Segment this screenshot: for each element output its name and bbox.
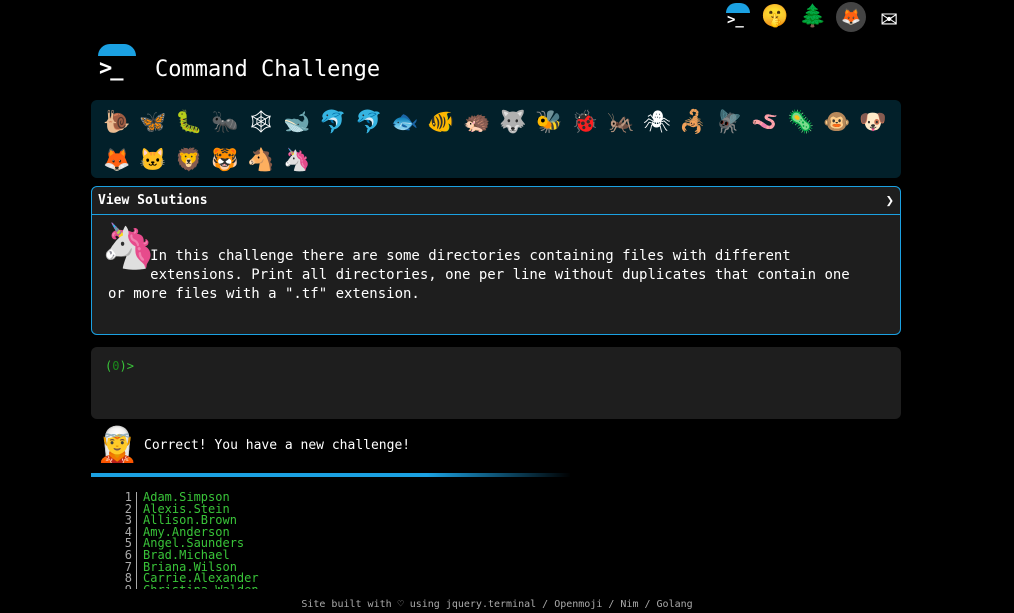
footer-text: Site built with ♡ using jquery.terminal … — [301, 599, 693, 610]
line-number: 9 — [118, 584, 137, 589]
badge-icon[interactable]: 🕷 — [639, 104, 675, 142]
badge-icon[interactable]: 🐬 — [315, 104, 351, 142]
envelope-icon[interactable]: ✉ — [874, 2, 904, 32]
badge-icon[interactable]: 🐱 — [135, 142, 171, 180]
challenge-badges: 🐌 🦋 🐛 🐜 🕸 🐋 🐬 🐬 🐟 🐠 🦔 🐺 🐝 🐞 🦗 🕷 🦂 🪰 🪱 🦠 🐵 🐶 🦊 🐱 🦁 🐯 🐴 🦄 — [91, 100, 901, 178]
badge-icon[interactable]: 🦂 — [675, 104, 711, 142]
badge-icon[interactable]: 🪱 — [747, 104, 783, 142]
badge-icon[interactable]: 🦄 — [279, 142, 315, 180]
directory-name: Christina.Walden — [137, 584, 259, 589]
unicorn-icon: 🦄 — [101, 221, 156, 272]
view-solutions-toggle[interactable]: View Solutions ❯ — [92, 187, 900, 215]
chevron-right-icon[interactable]: ❯ — [886, 193, 894, 209]
badge-icon[interactable]: 🐞 — [567, 104, 603, 142]
result-message: 🧝 Correct! You have a new challenge! — [96, 428, 410, 462]
badge-icon[interactable]: 🕸 — [243, 104, 279, 142]
terminal-icon[interactable]: >_ — [722, 2, 752, 32]
command-output: 1 Adam.Simpson 2 Alexis.Stein 3 Allison.Brown… — [118, 492, 518, 589]
badge-icon[interactable]: 🐬 — [351, 104, 387, 142]
terminal-logo-icon[interactable]: >_ — [96, 44, 140, 84]
badge-icon[interactable]: 🐋 — [279, 104, 315, 142]
badge-icon[interactable]: 🦊 — [99, 142, 135, 180]
badge-icon[interactable]: 🦗 — [603, 104, 639, 142]
view-solutions-label: View Solutions — [98, 193, 208, 208]
elf-avatar-icon: 🧝 — [96, 425, 139, 465]
terminal-input[interactable]: (0)> — [91, 347, 901, 419]
page-title: Command Challenge — [155, 57, 381, 82]
badge-icon[interactable]: 🐶 — [855, 104, 891, 142]
gitlab-icon[interactable]: 🦊 — [836, 2, 866, 32]
badge-icon[interactable]: 🐯 — [207, 142, 243, 180]
result-text: Correct! You have a new challenge! — [144, 437, 411, 453]
badge-icon[interactable]: 🐠 — [423, 104, 459, 142]
badge-icon[interactable]: 🦔 — [459, 104, 495, 142]
shushing-face-icon[interactable]: 🤫 — [760, 2, 790, 32]
prompt-close: )> — [119, 359, 134, 373]
solutions-panel: View Solutions ❯ 🦄 In this challenge the… — [91, 186, 901, 335]
badge-icon[interactable]: 🐌 — [99, 104, 135, 142]
badge-icon[interactable]: 🐵 — [819, 104, 855, 142]
badge-icon[interactable]: 🐴 — [243, 142, 279, 180]
output-row: 9Christina.Walden — [118, 584, 518, 589]
evergreen-tree-icon[interactable]: 🌲 — [798, 2, 828, 32]
challenge-description: 🦄 In this challenge there are some direc… — [92, 215, 900, 304]
badge-icon[interactable]: 🐛 — [171, 104, 207, 142]
challenge-text: In this challenge there are some directo… — [108, 248, 850, 302]
progress-bar — [91, 473, 571, 477]
badge-icon[interactable]: 🪰 — [711, 104, 747, 142]
badge-icon[interactable]: 🐜 — [207, 104, 243, 142]
badge-icon[interactable]: 🐝 — [531, 104, 567, 142]
badge-icon[interactable]: 🐟 — [387, 104, 423, 142]
top-icon-bar: >_ 🤫 🌲 🦊 ✉ — [722, 2, 904, 32]
badge-icon[interactable]: 🦋 — [135, 104, 171, 142]
badge-icon[interactable]: 🐺 — [495, 104, 531, 142]
badge-icon[interactable]: 🦁 — [171, 142, 207, 180]
badge-icon[interactable]: 🦠 — [783, 104, 819, 142]
